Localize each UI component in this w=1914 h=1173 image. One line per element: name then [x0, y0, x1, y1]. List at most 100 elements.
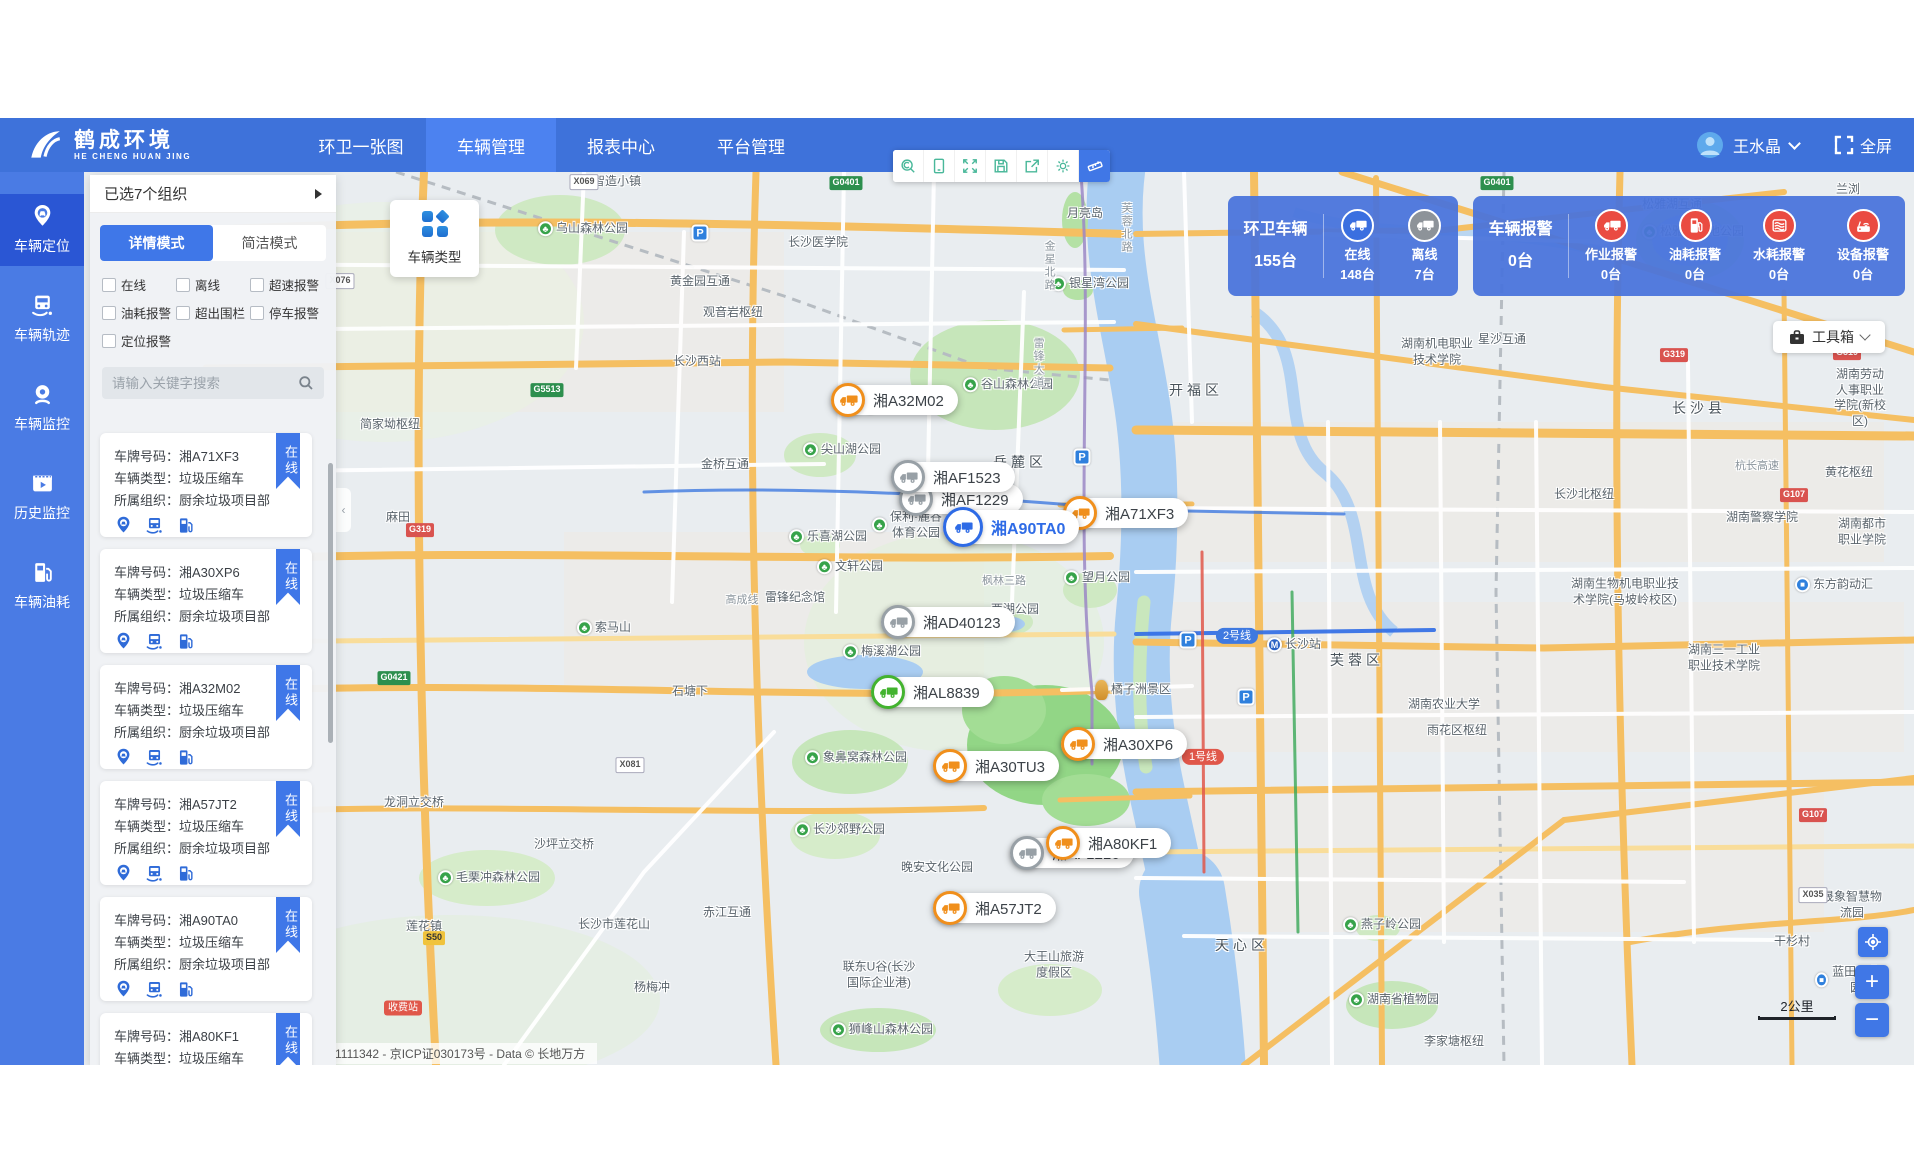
measure-icon[interactable] — [1079, 150, 1110, 182]
history-monitor-icon — [30, 471, 55, 496]
locate-vehicle-icon[interactable] — [114, 748, 133, 767]
zoom-in-button[interactable]: + — [1855, 965, 1889, 999]
tab-simple-mode[interactable]: 简洁模式 — [213, 225, 326, 261]
locate-vehicle-icon[interactable] — [114, 632, 133, 651]
map-canvas[interactable]: 智造小镇 乌山森林公园 长沙医学院 黄金园互通 月亮岛 银星湾公园 — [84, 172, 1914, 1065]
plate-label: 车牌号码： — [114, 449, 179, 464]
user-name[interactable]: 王水晶 — [1733, 133, 1781, 157]
nav-tab-overview[interactable]: 环卫一张图 — [296, 118, 426, 172]
nav-right: 王水晶 全屏 — [1696, 118, 1914, 172]
tablet-icon[interactable] — [924, 150, 955, 182]
online-stat[interactable]: 在线 148台 — [1324, 209, 1391, 283]
track-vehicle-icon[interactable] — [145, 980, 164, 999]
zoom-out-button[interactable]: − — [1855, 1003, 1889, 1037]
settings-icon[interactable] — [1048, 150, 1079, 182]
filter-checkbox[interactable]: 定位报警 — [102, 331, 176, 350]
filter-checkbox[interactable]: 超速报警 — [250, 275, 324, 294]
checkbox-icon[interactable] — [176, 306, 190, 320]
vehicle-type-button[interactable]: 车辆类型 — [390, 200, 479, 277]
nav-tab-platform[interactable]: 平台管理 — [686, 118, 816, 172]
work-alarm-stat[interactable]: 作业报警 0台 — [1569, 209, 1653, 283]
vehicle-card-list: 车牌号码：湘A71XF3 车辆类型：垃圾压缩车 所属组织：厨余垃圾项目部 在线 … — [100, 433, 326, 1065]
device-alarm-stat[interactable]: 设备报警 0台 — [1821, 209, 1905, 283]
org-header[interactable]: 已选7个组织 — [90, 175, 336, 213]
device-alarm-icon — [1847, 209, 1880, 242]
vehicle-marker[interactable]: 湘A32M02 — [831, 385, 958, 415]
truck-icon — [1010, 836, 1044, 870]
truck-icon — [1061, 727, 1095, 761]
chevron-down-icon[interactable] — [1788, 137, 1801, 150]
vehicle-marker[interactable]: 湘AF1523 — [891, 462, 1015, 492]
filter-checkbox[interactable]: 超出围栏 — [176, 303, 250, 322]
offline-stat[interactable]: 离线 7台 — [1391, 209, 1458, 283]
vehicle-marker[interactable]: 湘A90TA0 — [943, 510, 1079, 544]
filter-checkbox[interactable]: 离线 — [176, 275, 250, 294]
vehicle-marker[interactable]: 湘A57JT2 — [933, 893, 1056, 923]
save-icon[interactable] — [986, 150, 1017, 182]
fullscreen-button[interactable]: 全屏 — [1834, 133, 1892, 157]
vehicle-card[interactable]: 车牌号码：湘A90TA0 车辆类型：垃圾压缩车 所属组织：厨余垃圾项目部 在线 — [100, 897, 312, 1001]
fuel-vehicle-icon[interactable] — [176, 864, 195, 883]
vehicle-marker[interactable]: 湘AL8839 — [871, 677, 994, 707]
vehicle-card[interactable]: 车牌号码：湘A30XP6 车辆类型：垃圾压缩车 所属组织：厨余垃圾项目部 在线 — [100, 549, 312, 653]
nav-tab-reports[interactable]: 报表中心 — [556, 118, 686, 172]
panel-scrollbar[interactable] — [328, 463, 333, 743]
export-icon[interactable] — [1017, 150, 1048, 182]
fuel-vehicle-icon[interactable] — [176, 980, 195, 999]
rail-item-history-monitor[interactable]: 历史监控 — [0, 461, 84, 533]
vehicle-type-label: 车辆类型 — [408, 246, 462, 266]
fuel-vehicle-icon[interactable] — [176, 516, 195, 535]
vehicle-card[interactable]: 车牌号码：湘A71XF3 车辆类型：垃圾压缩车 所属组织：厨余垃圾项目部 在线 — [100, 433, 312, 537]
locate-vehicle-icon[interactable] — [114, 516, 133, 535]
track-vehicle-icon[interactable] — [145, 516, 164, 535]
locate-button[interactable] — [1858, 927, 1888, 957]
vehicle-marker[interactable]: 湘A80KF1 — [1046, 828, 1171, 858]
plate-value: 湘A30XP6 — [179, 565, 240, 580]
checkbox-icon[interactable] — [250, 306, 264, 320]
circle-search-icon[interactable] — [893, 150, 924, 182]
rail-item-vehicle-track[interactable]: 车辆轨迹 — [0, 283, 84, 355]
search-bar — [102, 367, 324, 399]
locate-vehicle-icon[interactable] — [114, 864, 133, 883]
road-shield: G319 — [406, 523, 434, 537]
rail-item-vehicle-fuel[interactable]: 车辆油耗 — [0, 550, 84, 622]
vehicle-marker[interactable]: 湘A30TU3 — [933, 751, 1059, 781]
tab-detail-mode[interactable]: 详情模式 — [100, 225, 213, 261]
vehicle-marker[interactable]: 湘AD40123 — [881, 607, 1015, 637]
fuel-vehicle-icon[interactable] — [176, 748, 195, 767]
checkbox-icon[interactable] — [102, 278, 116, 292]
track-vehicle-icon[interactable] — [145, 748, 164, 767]
vehicle-card[interactable]: 车牌号码：湘A57JT2 车辆类型：垃圾压缩车 所属组织：厨余垃圾项目部 在线 — [100, 781, 312, 885]
checkbox-icon[interactable] — [102, 306, 116, 320]
expand-icon[interactable] — [955, 150, 986, 182]
logo-title: 鹤成环境 — [74, 129, 191, 152]
truck-icon — [891, 460, 925, 494]
search-icon[interactable] — [298, 375, 314, 391]
fuel-alarm-stat[interactable]: 油耗报警 0台 — [1653, 209, 1737, 283]
vehicle-marker[interactable]: 湘A71XF3 — [1063, 498, 1188, 528]
search-input[interactable] — [112, 376, 298, 391]
checkbox-icon[interactable] — [102, 334, 116, 348]
vehicle-card[interactable]: 车牌号码：湘A32M02 车辆类型：垃圾压缩车 所属组织：厨余垃圾项目部 在线 — [100, 665, 312, 769]
panel-collapse-handle[interactable] — [336, 488, 351, 532]
toolbox-button[interactable]: 工具箱 — [1773, 321, 1885, 353]
track-vehicle-icon[interactable] — [145, 632, 164, 651]
vehicle-card[interactable]: 车牌号码：湘A80KF1 车辆类型：垃圾压缩车 所属组织：厨余垃圾项目部 在线 — [100, 1013, 312, 1065]
letterbox-bottom — [0, 1065, 1914, 1173]
vehicle-marker[interactable]: 湘A30XP6 — [1061, 729, 1187, 759]
filter-checkbox[interactable]: 在线 — [102, 275, 176, 294]
expand-arrow-icon[interactable] — [315, 189, 322, 199]
water-alarm-stat[interactable]: 水耗报警 0台 — [1737, 209, 1821, 283]
filter-checkbox[interactable]: 停车报警 — [250, 303, 324, 322]
checkbox-icon[interactable] — [250, 278, 264, 292]
locate-vehicle-icon[interactable] — [114, 980, 133, 999]
filter-checkbox[interactable]: 油耗报警 — [102, 303, 176, 322]
user-avatar[interactable] — [1696, 131, 1724, 159]
checkbox-icon[interactable] — [176, 278, 190, 292]
rail-item-vehicle-monitor[interactable]: 车辆监控 — [0, 372, 84, 444]
track-vehicle-icon[interactable] — [145, 864, 164, 883]
fuel-vehicle-icon[interactable] — [176, 632, 195, 651]
rail-item-vehicle-location[interactable]: 车辆定位 — [0, 194, 84, 266]
plate-value: 湘A71XF3 — [179, 449, 239, 464]
nav-tab-vehicle-mgmt[interactable]: 车辆管理 — [426, 118, 556, 172]
